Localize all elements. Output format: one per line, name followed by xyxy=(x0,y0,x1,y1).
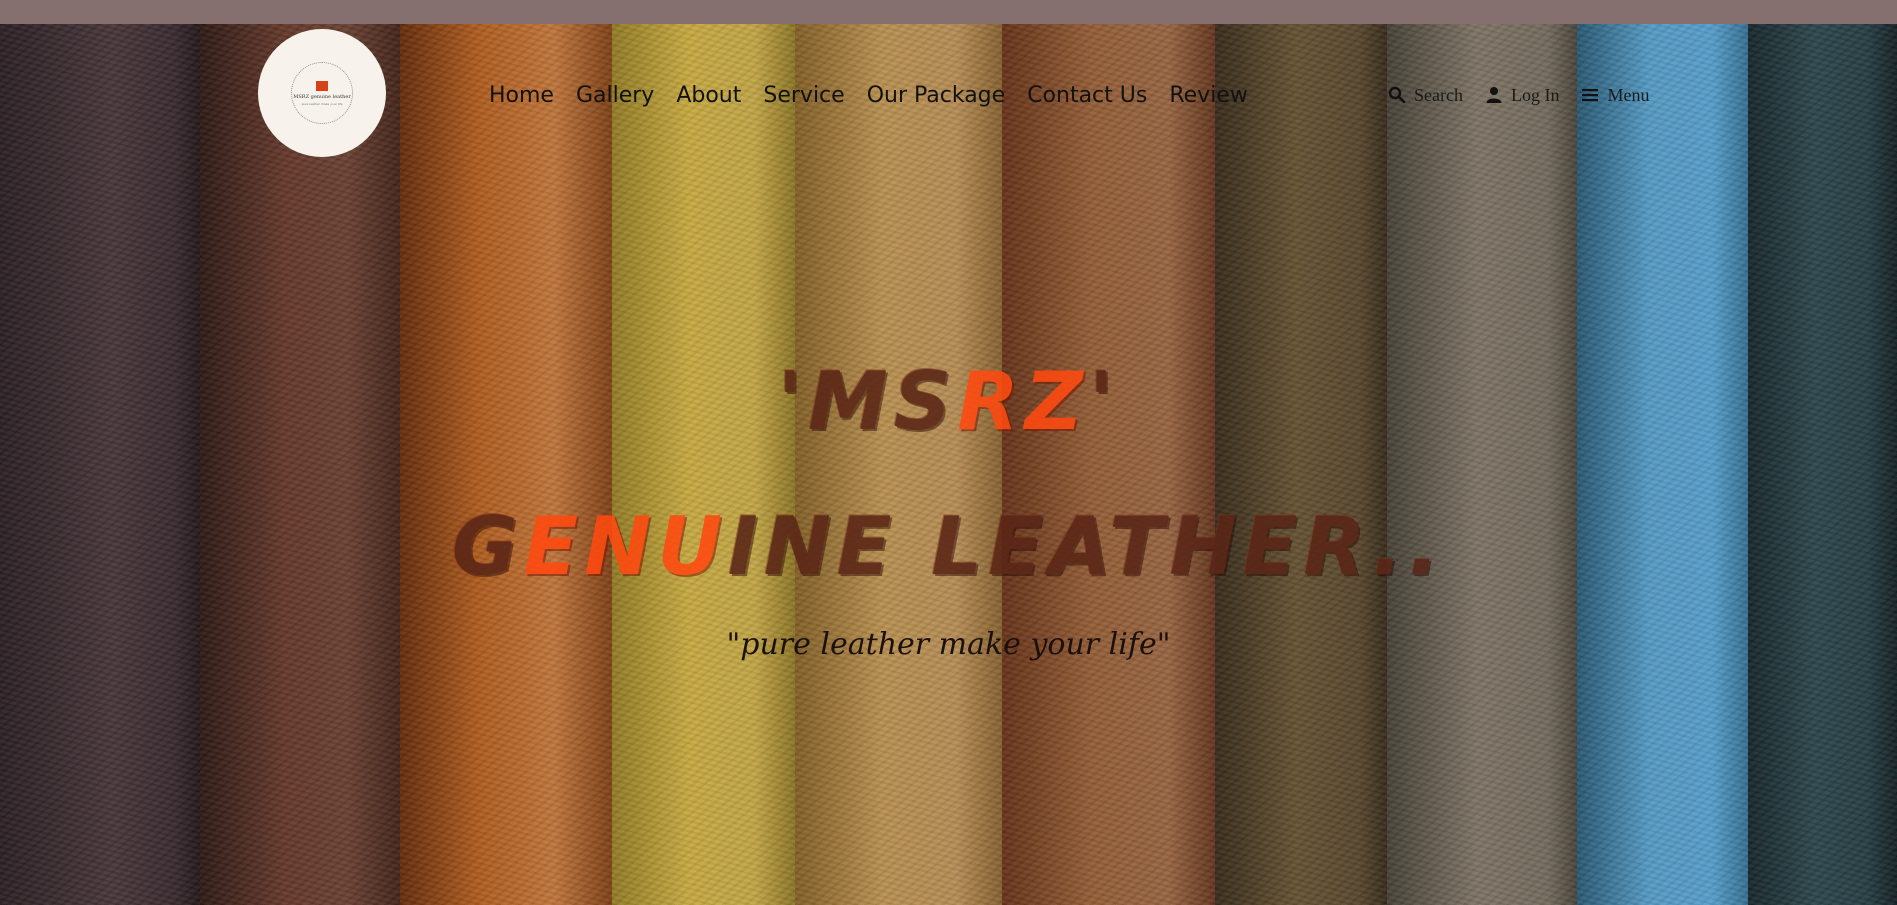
login-button[interactable]: Log In xyxy=(1485,84,1560,106)
logo-mark-icon xyxy=(316,80,328,91)
search-icon xyxy=(1388,86,1406,104)
headline-brand-accent: RZ xyxy=(957,355,1089,448)
search-label: Search xyxy=(1414,84,1463,105)
nav-item-service[interactable]: Service xyxy=(763,80,844,112)
hero-headline-product: GENUINE LEATHER.. xyxy=(0,500,1897,593)
hero-tagline: "pure leather make your life" xyxy=(726,627,1171,662)
nav-item-contact-us[interactable]: Contact Us xyxy=(1027,80,1147,112)
logo-subtext: pure leather make your life xyxy=(301,101,343,106)
hero-banner xyxy=(0,24,1897,905)
nav-item-our-package[interactable]: Our Package xyxy=(867,80,1006,112)
nav-item-review[interactable]: Review xyxy=(1169,80,1248,112)
nav-item-home[interactable]: Home xyxy=(489,80,554,112)
headline-product-pre: G xyxy=(451,500,524,593)
user-icon xyxy=(1485,86,1503,104)
headline-brand-post: ' xyxy=(1088,355,1120,448)
logo-emblem: MSRZ genuine leather pure leather make y… xyxy=(291,62,353,124)
logo-text: MSRZ genuine leather xyxy=(293,93,351,100)
hero-overlay xyxy=(0,24,1897,905)
menu-button[interactable]: Menu xyxy=(1581,85,1649,106)
headline-product-accent: ENU xyxy=(523,500,729,593)
hero-headline-brand: 'MSRZ' xyxy=(0,355,1897,448)
nav-item-gallery[interactable]: Gallery xyxy=(576,80,654,112)
menu-label: Menu xyxy=(1607,84,1650,105)
header-utilities: Search Log In Menu xyxy=(1388,82,1649,108)
site-logo[interactable]: MSRZ genuine leather pure leather make y… xyxy=(258,29,386,157)
hamburger-icon xyxy=(1581,86,1599,104)
nav-item-about[interactable]: About xyxy=(676,80,741,112)
top-bar xyxy=(0,0,1897,24)
headline-product-post: INE LEATHER.. xyxy=(728,500,1446,593)
login-label: Log In xyxy=(1510,84,1560,105)
headline-brand-pre: 'MS xyxy=(777,355,958,448)
search-button[interactable]: Search xyxy=(1388,85,1463,106)
main-nav: Home Gallery About Service Our Package C… xyxy=(489,80,1270,112)
